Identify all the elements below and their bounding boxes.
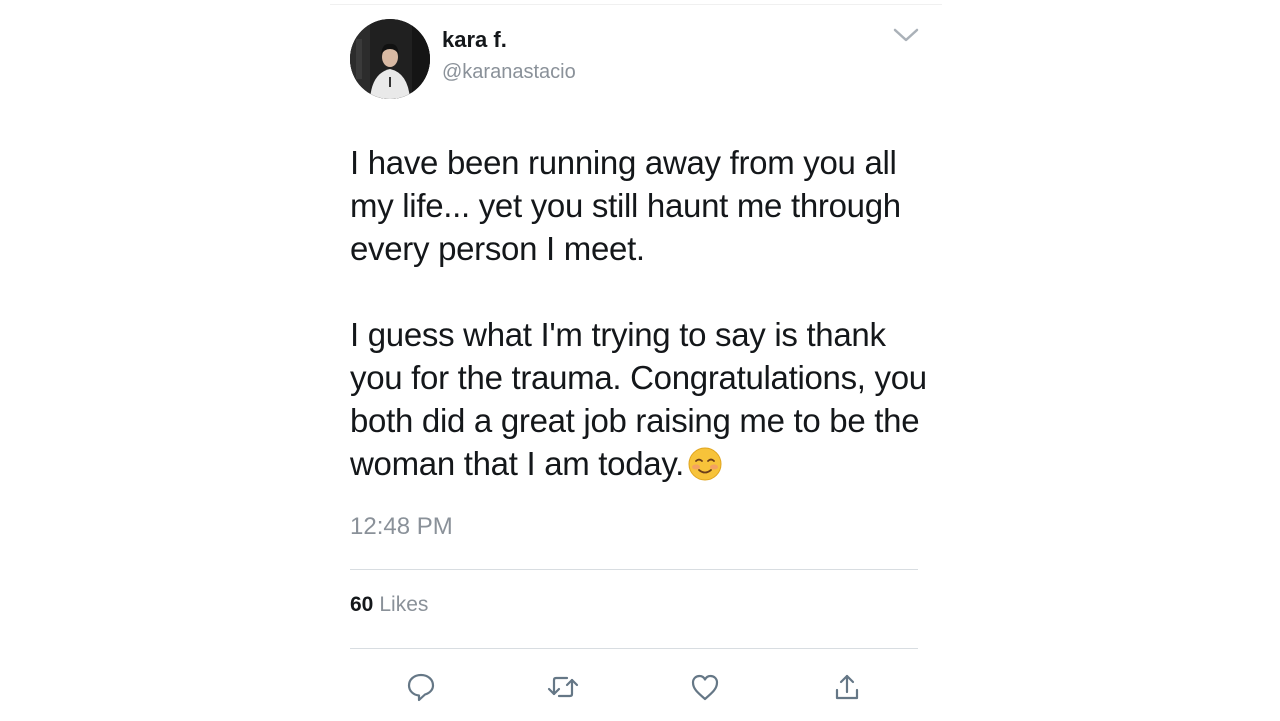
retweet-button[interactable] bbox=[543, 669, 583, 709]
likes-stat[interactable]: 60 Likes bbox=[350, 593, 428, 617]
smiling-face-icon bbox=[688, 447, 722, 481]
likes-count: 60 bbox=[350, 593, 374, 616]
reply-button[interactable] bbox=[401, 669, 441, 709]
user-handle[interactable]: @karanastacio bbox=[442, 61, 576, 84]
heart-icon bbox=[690, 673, 720, 706]
tweet-card: kara f. @karanastacio I have been runnin… bbox=[330, 4, 942, 721]
like-button[interactable] bbox=[685, 669, 725, 709]
retweet-icon bbox=[547, 672, 579, 707]
share-icon bbox=[833, 672, 861, 707]
avatar[interactable] bbox=[350, 19, 430, 99]
share-button[interactable] bbox=[827, 669, 867, 709]
tweet-timestamp[interactable]: 12:48 PM bbox=[350, 513, 453, 541]
chevron-down-icon[interactable] bbox=[892, 25, 920, 45]
divider bbox=[350, 648, 918, 649]
tweet-text: I have been running away from you all my… bbox=[350, 141, 930, 485]
tweet-paragraph-text: I guess what I'm trying to say is thank … bbox=[350, 316, 927, 482]
action-bar bbox=[330, 669, 942, 709]
tweet-paragraph: I guess what I'm trying to say is thank … bbox=[350, 313, 930, 485]
reply-icon bbox=[406, 672, 436, 707]
display-name[interactable]: kara f. bbox=[442, 27, 507, 53]
tweet-paragraph: I have been running away from you all my… bbox=[350, 144, 901, 267]
divider bbox=[350, 569, 918, 570]
likes-label: Likes bbox=[379, 593, 429, 616]
